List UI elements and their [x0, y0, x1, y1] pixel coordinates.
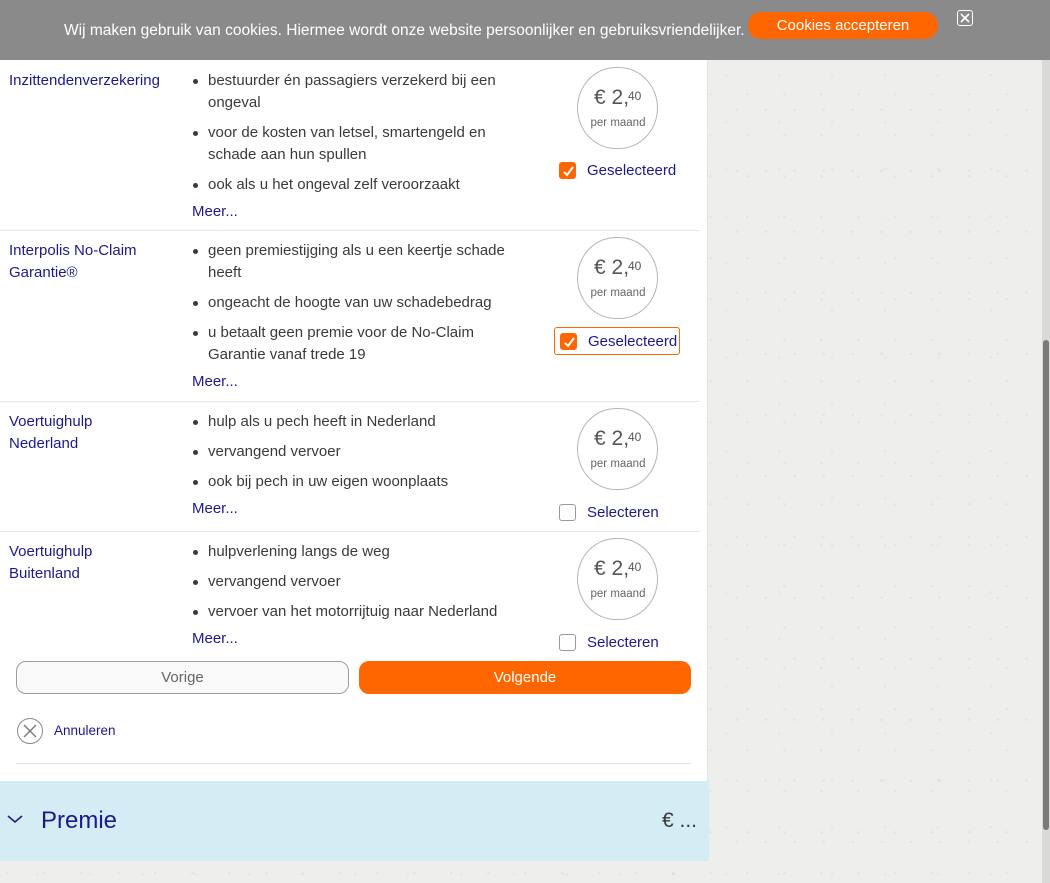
- checkbox-unchecked[interactable]: [559, 633, 576, 651]
- list-item: ook als u het ongeval zelf veroorzaakt: [190, 174, 520, 196]
- price-amount: € 2,: [594, 256, 630, 279]
- list-item: hulp als u pech heeft in Nederland: [190, 411, 520, 433]
- price-period: per maand: [590, 588, 646, 600]
- price-amount: € 2,: [594, 427, 630, 450]
- price-amount: € 2,: [594, 86, 630, 109]
- list-item: voor de kosten van letsel, smartengeld e…: [190, 122, 520, 166]
- more-link[interactable]: Meer...: [192, 630, 238, 647]
- price-period: per maand: [590, 287, 646, 299]
- premium-label: Premie: [41, 807, 118, 834]
- price-cents: 40: [628, 89, 642, 103]
- list-item: u betaalt geen premie voor de No-Claim G…: [190, 322, 520, 366]
- close-icon[interactable]: [957, 10, 973, 26]
- list-item: vervangend vervoer: [190, 441, 520, 463]
- coverage-row-voertuighulp-nl: Voertuighulp Nederland hulp als u pech h…: [0, 402, 700, 532]
- select-toggle[interactable]: Geselecteerd: [554, 327, 680, 355]
- list-item: ongeacht de hoogte van uw schadebedrag: [190, 292, 520, 314]
- divider: [16, 763, 691, 764]
- more-link[interactable]: Meer...: [192, 203, 238, 220]
- cookie-message: Wij maken gebruik van cookies. Hiermee w…: [64, 22, 745, 39]
- close-circle-icon[interactable]: [17, 718, 43, 744]
- more-link[interactable]: Meer...: [192, 373, 238, 390]
- select-toggle[interactable]: Selecteren: [554, 498, 680, 526]
- coverage-title: Voertuighulp Nederland: [9, 413, 93, 452]
- scrollbar-thumb[interactable]: [1043, 340, 1049, 830]
- coverage-bullets: geen premiestijging als u een keertje sc…: [190, 240, 520, 374]
- price-bubble: € 2, 40 per maand: [577, 538, 658, 620]
- coverage-row-no-claim: Interpolis No-Claim Garantie® geen premi…: [0, 231, 700, 402]
- checkbox-checked[interactable]: [560, 332, 577, 350]
- coverage-bullets: hulp als u pech heeft in Nederland verva…: [190, 411, 520, 501]
- more-link[interactable]: Meer...: [192, 500, 238, 517]
- list-item: geen premiestijging als u een keertje sc…: [190, 240, 520, 284]
- coverage-panel: Inzittendenverzekering bestuurder én pas…: [0, 0, 708, 782]
- premium-value: € ...: [662, 809, 698, 832]
- coverage-row-voertuighulp-buitenland: Voertuighulp Buitenland hulpverlening la…: [0, 532, 700, 657]
- next-button[interactable]: Volgende: [359, 661, 691, 694]
- select-label: Selecteren: [587, 503, 659, 521]
- list-item: ook bij pech in uw eigen woonplaats: [190, 471, 520, 493]
- accept-cookies-button[interactable]: Cookies accepteren: [748, 12, 938, 39]
- list-item: hulpverlening langs de weg: [190, 541, 520, 563]
- select-toggle[interactable]: Geselecteerd: [554, 156, 680, 184]
- cookie-banner: Wij maken gebruik van cookies. Hiermee w…: [0, 0, 1050, 60]
- select-label: Geselecteerd: [587, 161, 677, 179]
- scrollbar-track[interactable]: [1042, 60, 1050, 883]
- coverage-title: Voertuighulp Buitenland: [9, 543, 93, 582]
- list-item: vervoer van het motorrijtuig naar Nederl…: [190, 601, 520, 623]
- coverage-row-inzittenden: Inzittendenverzekering bestuurder én pas…: [0, 60, 700, 231]
- price-cents: 40: [628, 430, 642, 444]
- price-bubble: € 2, 40 per maand: [577, 408, 658, 490]
- price-bubble: € 2, 40 per maand: [577, 67, 658, 149]
- select-label: Geselecteerd: [588, 332, 678, 350]
- coverage-title: Interpolis No-Claim Garantie®: [9, 242, 137, 281]
- chevron-down-icon: [7, 815, 23, 824]
- price-bubble: € 2, 40 per maand: [577, 237, 658, 319]
- premium-summary-bar[interactable]: Premie € ...: [0, 781, 709, 861]
- coverage-bullets: hulpverlening langs de weg vervangend ve…: [190, 541, 520, 631]
- list-item: bestuurder én passagiers verzekerd bij e…: [190, 70, 520, 114]
- select-toggle[interactable]: Selecteren: [554, 628, 680, 656]
- price-period: per maand: [590, 117, 646, 129]
- previous-button[interactable]: Vorige: [16, 661, 349, 694]
- checkbox-unchecked[interactable]: [559, 503, 576, 521]
- select-label: Selecteren: [587, 633, 659, 651]
- cancel-link[interactable]: Annuleren: [54, 723, 116, 738]
- list-item: vervangend vervoer: [190, 571, 520, 593]
- price-cents: 40: [628, 259, 642, 273]
- price-period: per maand: [590, 458, 646, 470]
- price-amount: € 2,: [594, 557, 630, 580]
- coverage-title: Inzittendenverzekering: [9, 72, 160, 89]
- checkbox-checked[interactable]: [559, 161, 576, 179]
- price-cents: 40: [628, 560, 642, 574]
- coverage-bullets: bestuurder én passagiers verzekerd bij e…: [190, 70, 520, 204]
